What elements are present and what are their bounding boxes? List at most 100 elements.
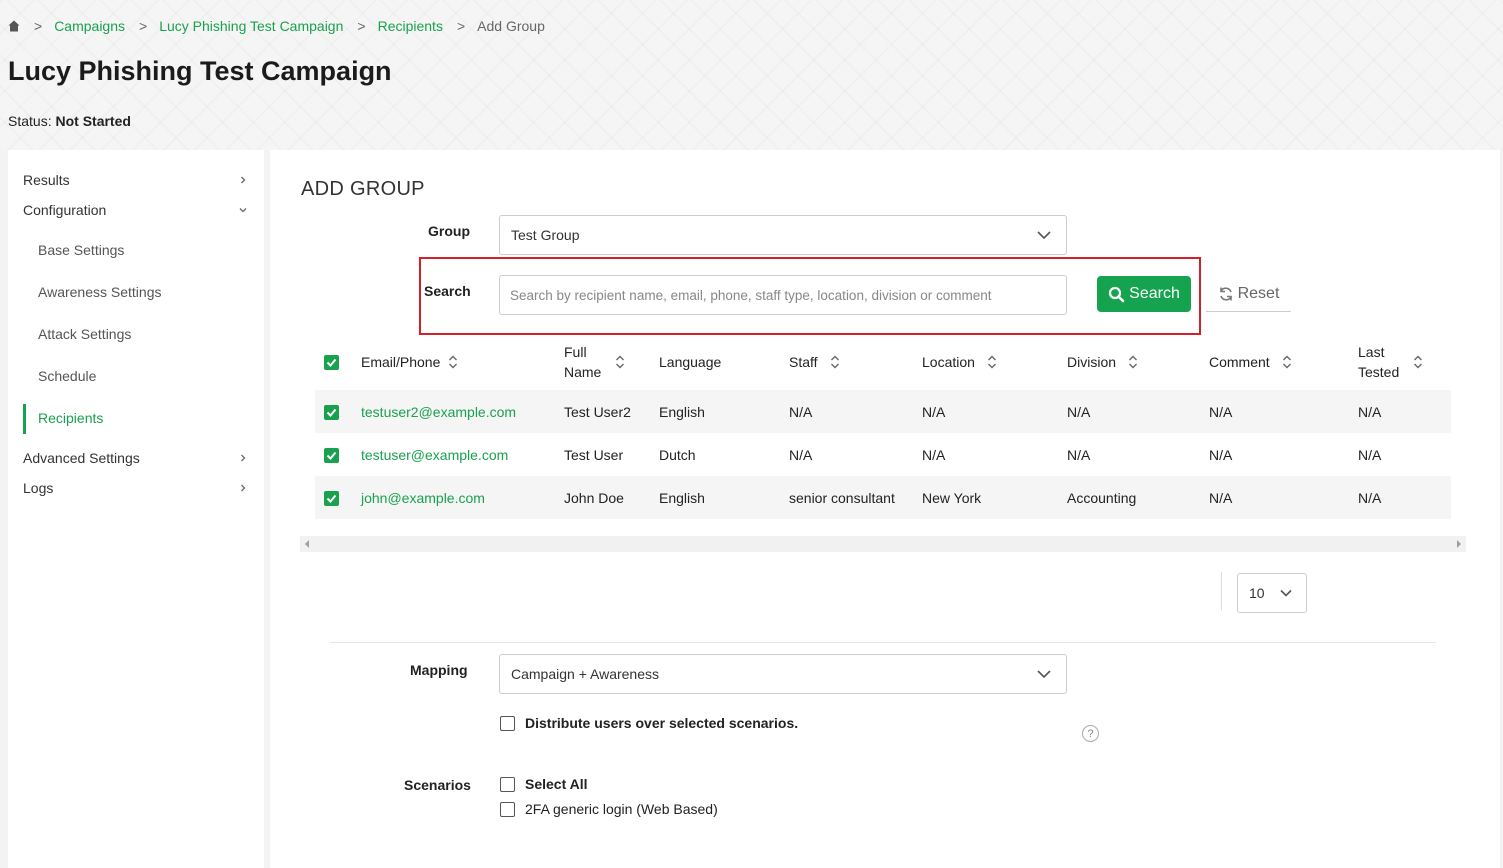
mapping-select[interactable]: Campaign + Awareness [499, 654, 1067, 694]
distribute-label: Distribute users over selected scenarios… [525, 715, 799, 731]
check-icon [326, 408, 337, 417]
cell-last-tested: N/A [1358, 403, 1382, 420]
cell-staff: N/A [789, 403, 813, 420]
refresh-icon [1219, 286, 1232, 301]
page-size-value: 10 [1249, 585, 1265, 601]
column-header-email[interactable]: Email/Phone [361, 340, 458, 384]
cell-fullname: Test User [564, 446, 624, 463]
check-icon [326, 358, 337, 367]
select-all-scenarios-checkbox[interactable] [500, 776, 515, 792]
column-header-last-tested[interactable]: Last Tested [1358, 340, 1423, 384]
column-header-language: Language [659, 340, 721, 384]
search-button[interactable]: Search [1097, 276, 1191, 312]
scroll-right-arrow[interactable] [1457, 540, 1461, 548]
sidebar-item-configuration[interactable]: Configuration [23, 200, 248, 220]
cell-email[interactable]: john@example.com [361, 476, 485, 519]
search-input[interactable]: Search by recipient name, email, phone, … [499, 275, 1067, 315]
select-all-label: Select All [525, 776, 588, 792]
status-label: Status: [8, 113, 52, 129]
cell-staff: N/A [789, 446, 813, 463]
column-header-label: Full Name [564, 342, 601, 382]
reset-button[interactable]: Reset [1206, 276, 1291, 312]
scenario-row[interactable]: 2FA generic login (Web Based) [500, 801, 718, 817]
breadcrumb-separator: > [456, 18, 466, 34]
select-all-checkbox[interactable] [324, 355, 339, 370]
group-select[interactable]: Test Group [499, 215, 1067, 255]
cell-language: English [659, 489, 705, 506]
cell-last-tested: N/A [1358, 489, 1382, 506]
breadcrumb: > Campaigns > Lucy Phishing Test Campaig… [8, 16, 559, 36]
breadcrumb-campaigns[interactable]: Campaigns [54, 18, 125, 34]
cell-location: New York [922, 489, 982, 506]
active-indicator [23, 404, 26, 434]
page-title: Lucy Phishing Test Campaign [8, 56, 392, 86]
column-header-label-line: Tested [1358, 364, 1400, 380]
row-checkbox[interactable] [324, 405, 339, 420]
sidebar: Results Configuration Base Settings Awar… [8, 150, 264, 868]
home-icon[interactable] [8, 20, 20, 32]
column-header-division[interactable]: Division [1067, 340, 1138, 384]
main-content: ADD GROUP Group Test Group Search Search… [270, 150, 1500, 868]
cell-email[interactable]: testuser@example.com [361, 433, 508, 476]
campaign-status: Status: Not Started [8, 113, 131, 129]
breadcrumb-campaign[interactable]: Lucy Phishing Test Campaign [159, 18, 343, 34]
column-header-label: Comment [1209, 354, 1270, 370]
chevron-right-icon [241, 176, 246, 184]
select-all-scenarios-row[interactable]: Select All [500, 776, 588, 792]
column-header-staff[interactable]: Staff [789, 340, 840, 384]
sidebar-item-advanced-settings[interactable]: Advanced Settings [23, 448, 248, 468]
distribute-checkbox[interactable] [500, 715, 515, 731]
sidebar-item-label: Configuration [23, 202, 107, 218]
mapping-select-value: Campaign + Awareness [511, 666, 659, 682]
sort-icon [449, 355, 458, 369]
sidebar-item-logs[interactable]: Logs [23, 478, 248, 498]
row-checkbox[interactable] [324, 448, 339, 463]
section-title: ADD GROUP [301, 178, 425, 200]
chevron-down-icon [1037, 670, 1051, 679]
sort-icon [830, 355, 839, 369]
column-header-label: Last Tested [1358, 342, 1399, 382]
table-row[interactable]: testuser2@example.com Test User2 English… [315, 390, 1451, 433]
chevron-down-icon [1037, 231, 1051, 240]
table-row[interactable]: testuser@example.com Test User Dutch N/A… [315, 433, 1451, 476]
breadcrumb-separator: > [139, 18, 148, 34]
sidebar-item-schedule[interactable]: Schedule [38, 366, 96, 386]
page-size-select[interactable]: 10 [1237, 573, 1307, 613]
column-header-label: Email/Phone [361, 354, 441, 370]
distribute-checkbox-row[interactable]: Distribute users over selected scenarios… [500, 715, 798, 731]
reset-button-label: Reset [1237, 284, 1280, 302]
column-header-location[interactable]: Location [922, 340, 997, 384]
search-placeholder: Search by recipient name, email, phone, … [510, 287, 992, 303]
scroll-left-arrow[interactable] [305, 540, 309, 548]
column-header-fullname[interactable]: Full Name [564, 340, 625, 384]
cell-comment: N/A [1209, 403, 1233, 420]
sidebar-item-results[interactable]: Results [23, 170, 248, 190]
mapping-label: Mapping [410, 662, 468, 678]
page-header-area: > Campaigns > Lucy Phishing Test Campaig… [0, 0, 1503, 150]
row-checkbox[interactable] [324, 491, 339, 506]
cell-location: N/A [922, 403, 946, 420]
horizontal-scrollbar[interactable] [300, 536, 1466, 552]
cell-division: N/A [1067, 403, 1091, 420]
chevron-down-icon [1280, 589, 1292, 597]
breadcrumb-recipients[interactable]: Recipients [378, 18, 443, 34]
scenario-label: 2FA generic login (Web Based) [525, 801, 718, 817]
sidebar-item-recipients[interactable]: Recipients [38, 408, 103, 428]
breadcrumb-separator: > [357, 18, 366, 34]
sidebar-item-awareness-settings[interactable]: Awareness Settings [38, 282, 161, 302]
table-row[interactable]: john@example.com John Doe English senior… [315, 476, 1451, 519]
scenario-checkbox[interactable] [500, 801, 515, 817]
cell-language: Dutch [659, 446, 696, 463]
help-icon[interactable]: ? [1082, 725, 1099, 742]
sidebar-item-base-settings[interactable]: Base Settings [38, 240, 124, 260]
cell-comment: N/A [1209, 446, 1233, 463]
sidebar-item-attack-settings[interactable]: Attack Settings [38, 324, 131, 344]
status-value: Not Started [55, 113, 131, 129]
sort-icon [1414, 355, 1423, 369]
cell-email[interactable]: testuser2@example.com [361, 390, 516, 433]
cell-fullname: Test User2 [564, 403, 631, 420]
group-select-value: Test Group [511, 227, 580, 243]
sidebar-item-label: Logs [23, 480, 54, 496]
search-button-label: Search [1129, 285, 1180, 302]
column-header-comment[interactable]: Comment [1209, 340, 1292, 384]
